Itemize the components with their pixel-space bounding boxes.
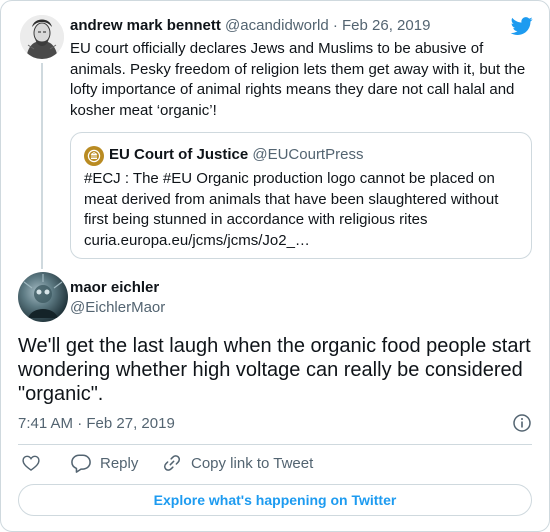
parent-date-separator: · — [332, 17, 338, 34]
parent-tweet-text: EU court officially declares Jews and Mu… — [70, 40, 526, 119]
reply-button[interactable]: Reply — [70, 453, 138, 473]
quoted-text-line: first being stunned in accordance with r… — [84, 211, 428, 228]
quoted-tweet-header: EU Court of Justice @EUCourtPress — [109, 146, 363, 163]
quoted-tweet[interactable]: EU Court of Justice @EUCourtPress #ECJ :… — [70, 132, 532, 259]
profile-photo-icon — [23, 274, 63, 318]
engraved-portrait-icon — [20, 15, 64, 59]
explore-button-label[interactable]: Explore what's happening on Twitter — [154, 492, 397, 508]
reply-time[interactable]: 7:41 AM — [18, 415, 73, 432]
parent-tweet-date[interactable]: Feb 26, 2019 — [342, 17, 430, 34]
quoted-author-avatar — [84, 146, 104, 166]
quoted-tweet-link: curia.europa.eu/jcms/jcms/Jo2_… — [84, 231, 310, 249]
tweet-embed-card: andrew mark bennett @acandidworld · Feb … — [0, 0, 550, 532]
reply-date[interactable]: Feb 27, 2019 — [86, 415, 174, 432]
reply-tweet-text: We'll get the last laugh when the organi… — [18, 335, 531, 405]
link-icon — [163, 455, 181, 471]
heart-icon — [22, 455, 40, 471]
explore-twitter-button[interactable]: Explore what's happening on Twitter — [18, 484, 532, 516]
info-icon[interactable] — [512, 413, 532, 433]
court-seal-icon — [87, 149, 101, 163]
quoted-text-line: meat derived from animals that have been… — [84, 190, 499, 208]
quoted-tweet-text: #ECJ : The #EU Organic production logo c… — [84, 169, 520, 251]
reply-bubble-icon — [71, 454, 91, 473]
copy-link-button[interactable]: Copy link to Tweet — [161, 453, 313, 473]
parent-tweet-header: andrew mark bennett @acandidworld · Feb … — [70, 17, 430, 34]
twitter-bird-icon[interactable] — [510, 15, 534, 37]
reply-author-name[interactable]: maor eichler — [70, 279, 159, 296]
parent-author-handle[interactable]: @acandidworld — [225, 17, 329, 34]
quoted-text-line: #ECJ : The #EU Organic production logo c… — [84, 170, 495, 187]
reply-author-handle[interactable]: @EichlerMaor — [70, 299, 165, 316]
parent-author-name[interactable]: andrew mark bennett — [70, 17, 221, 34]
timestamp-separator: · — [77, 415, 83, 432]
quoted-author-name: EU Court of Justice — [109, 146, 249, 163]
thread-connector-line — [41, 63, 43, 269]
reply-button-label[interactable]: Reply — [100, 455, 138, 472]
actions-divider — [18, 444, 532, 445]
like-button[interactable] — [21, 453, 41, 473]
reply-timestamp[interactable]: 7:41 AM · Feb 27, 2019 — [18, 415, 175, 432]
copy-link-label[interactable]: Copy link to Tweet — [191, 455, 313, 472]
reply-author-avatar[interactable] — [18, 272, 68, 322]
parent-author-avatar[interactable] — [20, 15, 64, 59]
quoted-author-handle: @EUCourtPress — [252, 146, 364, 163]
